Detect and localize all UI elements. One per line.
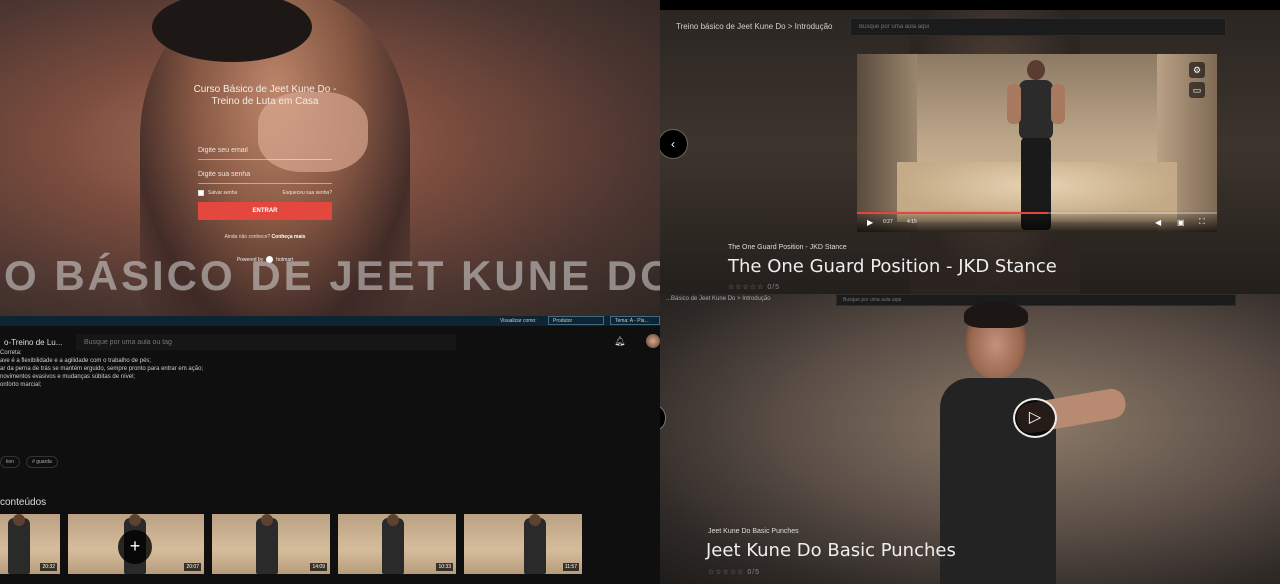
progress-fill	[857, 212, 1048, 214]
captions-icon[interactable]: ▣	[1177, 218, 1185, 227]
tag[interactable]: # guarda	[26, 456, 58, 468]
duration-badge: 20:32	[40, 563, 57, 571]
lesson-thumbnail[interactable]: + 20:07	[68, 514, 204, 574]
course-title: Curso Básico de Jeet Kune Do -Treino de …	[193, 84, 337, 107]
tag-list: tion # guarda	[0, 456, 58, 468]
duration-badge: 10:33	[436, 563, 453, 571]
lesson-thumbnails: 20:32 + 20:07 14:09 10:33 11:57	[0, 514, 582, 574]
settings-icon[interactable]: ⚙	[1189, 62, 1205, 78]
time-total: 4:15	[907, 219, 917, 225]
add-icon[interactable]: +	[118, 530, 152, 564]
duration-badge: 14:09	[310, 563, 327, 571]
play-icon[interactable]: ▶	[867, 218, 873, 227]
screenshot-collage: Curso Básico de Jeet Kune Do -Treino de …	[0, 0, 1280, 584]
tag[interactable]: tion	[0, 456, 21, 468]
producer-view-bar: Visualizar como: Produtor Tema: A - Pla.…	[0, 316, 660, 326]
duration-badge: 11:57	[562, 563, 579, 571]
forgot-password-link[interactable]: Esqueceu sua senha?	[283, 190, 332, 196]
lesson-subtitle: The One Guard Position - JKD Stance	[728, 244, 847, 251]
lesson-thumbnail[interactable]: 20:32	[0, 514, 60, 574]
fullscreen-icon[interactable]: ⛶	[1199, 217, 1205, 227]
progress-bar[interactable]	[857, 212, 1217, 214]
lesson-search-input[interactable]	[76, 334, 456, 350]
remember-label: Salvar senha	[208, 190, 238, 196]
lesson-preview-page: ...Básico de Jeet Kune Do > Introdução ▷…	[660, 294, 1280, 584]
video-player[interactable]: ⚙ ▭ ▶ 0:27 4:15 ◀ ▣ ⛶	[857, 54, 1217, 232]
video-frame-fighter	[1007, 60, 1065, 230]
login-page: Curso Básico de Jeet Kune Do -Treino de …	[0, 0, 660, 316]
hero-banner-text: O BÁSICO DE JEET KUNE DO	[4, 252, 660, 299]
view-as-select[interactable]: Produtor	[548, 316, 604, 325]
login-form: Curso Básico de Jeet Kune Do -Treino de …	[190, 84, 340, 263]
lesson-description: Correta: ave é a flexibilidade e a agili…	[0, 350, 204, 388]
remember-checkbox[interactable]	[198, 190, 204, 196]
lesson-thumbnail[interactable]: 11:57	[464, 514, 582, 574]
login-submit-button[interactable]: ENTRAR	[198, 202, 332, 220]
password-field[interactable]	[198, 166, 332, 184]
meet-link[interactable]: Conheça mais	[272, 234, 306, 240]
lesson-subtitle: Jeet Kune Do Basic Punches	[708, 528, 799, 535]
lesson-title: Jeet Kune Do Basic Punches	[706, 540, 956, 561]
cast-icon[interactable]: ▭	[1189, 82, 1205, 98]
course-name[interactable]: o-Treino de Lu...	[4, 338, 62, 347]
contents-heading: conteúdos	[0, 497, 47, 508]
browser-bar	[660, 0, 1280, 10]
avatar[interactable]	[646, 334, 660, 348]
volume-icon[interactable]: ◀	[1155, 218, 1161, 227]
video-lesson-page: Treino básico de Jeet Kune Do > Introduç…	[660, 0, 1280, 294]
lesson-thumbnail[interactable]: 14:09	[212, 514, 330, 574]
bell-icon[interactable]: 🔔︎	[614, 336, 625, 347]
search-input[interactable]	[850, 18, 1226, 36]
lesson-thumbnail[interactable]: 10:33	[338, 514, 456, 574]
theme-select[interactable]: Tema: A - Pla...	[610, 316, 660, 325]
chevron-left-icon[interactable]: ‹	[660, 129, 688, 159]
rating-stars[interactable]: ☆☆☆☆☆ 0/5	[708, 568, 760, 576]
meet-text: Ainda não conhece?	[224, 234, 271, 240]
breadcrumb[interactable]: Treino básico de Jeet Kune Do > Introduç…	[676, 22, 832, 31]
chevron-left-icon[interactable]	[660, 406, 666, 430]
lesson-cover-figure	[930, 302, 1128, 584]
lesson-title: The One Guard Position - JKD Stance	[728, 256, 1057, 277]
breadcrumb[interactable]: ...Básico de Jeet Kune Do > Introdução	[666, 296, 771, 302]
time-current: 0:27	[883, 219, 893, 225]
rating-stars[interactable]: ☆☆☆☆☆ 0/5	[728, 283, 780, 291]
email-field[interactable]	[198, 142, 332, 160]
duration-badge: 20:07	[184, 563, 201, 571]
play-icon[interactable]: ▷	[1013, 398, 1057, 438]
course-page: Visualizar como: Produtor Tema: A - Pla.…	[0, 316, 660, 584]
